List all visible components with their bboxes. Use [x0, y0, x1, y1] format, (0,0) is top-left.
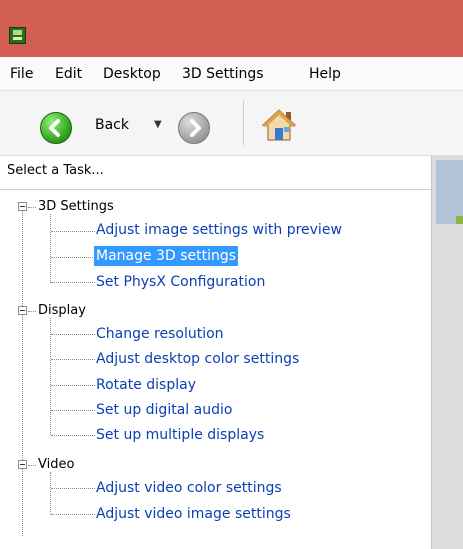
task-tree: 3D Settings Adjust image settings with p… — [0, 156, 431, 549]
back-button[interactable]: Back — [95, 117, 129, 133]
collapse-video-icon[interactable] — [18, 460, 27, 469]
toolbar-separator — [243, 101, 244, 145]
tree-branch-line — [51, 257, 95, 258]
title-bar — [0, 0, 463, 57]
tree-group-line — [50, 214, 51, 283]
tree-item-rotate-display[interactable]: Rotate display — [94, 375, 198, 395]
collapse-display-icon[interactable] — [18, 306, 27, 315]
tree-item-change-resolution[interactable]: Change resolution — [94, 324, 226, 344]
tree-branch-line — [51, 334, 95, 335]
tree-branch-line — [51, 282, 95, 283]
tree-branch-line — [28, 207, 36, 208]
tree-group-3d-settings[interactable]: 3D Settings — [38, 199, 114, 214]
tree-branch-line — [51, 435, 95, 436]
toolbar: Back ▼ — [0, 91, 463, 156]
back-arrow-icon[interactable] — [40, 112, 72, 144]
menu-bar: File Edit Desktop 3D Settings Help — [0, 57, 463, 91]
tree-branch-line — [51, 231, 95, 232]
tree-item-adjust-desktop-color[interactable]: Adjust desktop color settings — [94, 349, 301, 369]
tree-item-video-image[interactable]: Adjust video image settings — [94, 504, 293, 524]
tree-group-display[interactable]: Display — [38, 303, 86, 318]
menu-file[interactable]: File — [10, 65, 33, 83]
tree-item-manage-3d-settings[interactable]: Manage 3D settings — [94, 246, 239, 266]
tree-branch-line — [51, 385, 95, 386]
tree-root-line — [22, 206, 23, 536]
tree-group-line — [50, 318, 51, 435]
home-icon[interactable] — [260, 107, 298, 143]
menu-help[interactable]: Help — [309, 65, 341, 83]
collapse-3d-settings-icon[interactable] — [18, 202, 27, 211]
history-dropdown-icon[interactable]: ▼ — [154, 119, 162, 130]
tree-item-digital-audio[interactable]: Set up digital audio — [94, 400, 234, 420]
tree-branch-line — [28, 465, 36, 466]
menu-3d-settings[interactable]: 3D Settings — [182, 65, 264, 83]
menu-desktop[interactable]: Desktop — [103, 65, 161, 83]
tree-branch-line — [51, 488, 95, 489]
tree-item-multiple-displays[interactable]: Set up multiple displays — [94, 425, 266, 445]
tree-group-video[interactable]: Video — [38, 457, 74, 472]
forward-arrow-icon[interactable] — [178, 112, 210, 144]
content-accent — [456, 216, 463, 224]
tree-branch-line — [28, 311, 36, 312]
tree-item-set-physx[interactable]: Set PhysX Configuration — [94, 272, 267, 292]
tree-item-adjust-image-settings[interactable]: Adjust image settings with preview — [94, 220, 344, 240]
tree-group-line — [50, 472, 51, 514]
tree-item-video-color[interactable]: Adjust video color settings — [94, 478, 284, 498]
tree-branch-line — [51, 359, 95, 360]
app-icon[interactable] — [9, 27, 26, 44]
tree-branch-line — [51, 514, 95, 515]
menu-edit[interactable]: Edit — [55, 65, 82, 83]
content-panel-image — [436, 160, 463, 224]
tree-branch-line — [51, 410, 95, 411]
